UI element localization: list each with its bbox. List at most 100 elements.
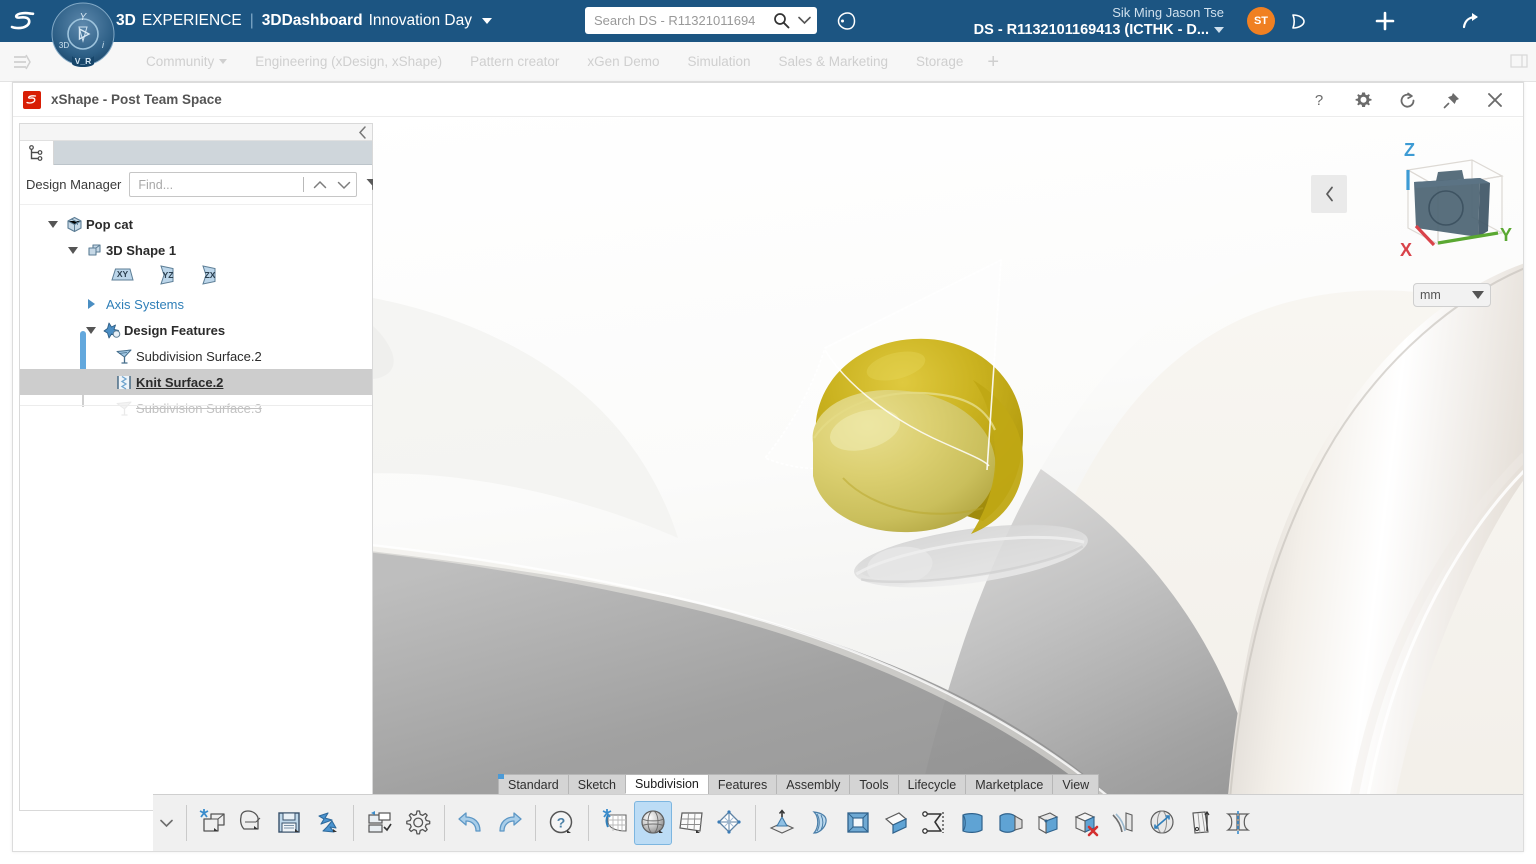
add-icon[interactable] [1370, 6, 1400, 36]
chevron-down-icon[interactable] [482, 18, 492, 24]
close-icon[interactable] [1473, 83, 1517, 117]
chevron-right-icon[interactable] [82, 299, 100, 309]
tab-tools[interactable]: Tools [849, 774, 898, 794]
search-icon[interactable] [773, 12, 790, 29]
sphere-map-icon[interactable] [1143, 801, 1181, 845]
refresh-icon[interactable] [1385, 83, 1429, 117]
brand-page-name[interactable]: Innovation Day [369, 12, 472, 30]
find-input[interactable] [138, 178, 299, 192]
nav-tab-simulation[interactable]: Simulation [673, 54, 764, 69]
sphere-icon[interactable] [634, 801, 672, 845]
nav-tab-label: Simulation [687, 54, 750, 69]
avatar[interactable]: ST [1247, 7, 1275, 35]
tree-node-knit-surface-2[interactable]: Knit Surface.2 [20, 369, 372, 395]
chevron-down-icon[interactable] [1472, 291, 1484, 299]
tree-node-subdivision-surface-2[interactable]: Subdivision Surface.2 [20, 343, 372, 369]
open-shape-icon[interactable] [232, 801, 270, 845]
3d-model-scene[interactable] [373, 118, 1523, 851]
menu-icon[interactable] [0, 54, 44, 70]
tree-node-pop-cat[interactable]: Pop cat [20, 211, 372, 237]
new-shape-icon[interactable] [194, 801, 232, 845]
plane-zx-icon[interactable]: ZX [199, 264, 219, 291]
nav-tab-engineering[interactable]: Engineering (xDesign, xShape) [241, 54, 456, 69]
ds-logo-icon[interactable] [0, 0, 46, 42]
tenant-name: DS - R1132101169413 (ICTHK - D... [974, 21, 1209, 39]
nav-tab-storage[interactable]: Storage [902, 54, 977, 69]
nav-tab-community[interactable]: Community [132, 54, 241, 69]
extrude-up-icon[interactable] [763, 801, 801, 845]
tag-icon[interactable] [833, 8, 859, 34]
find-previous-button[interactable] [308, 180, 332, 190]
fold-surface-icon[interactable] [877, 801, 915, 845]
tree-node-axis-systems[interactable]: Axis Systems [20, 291, 372, 317]
plane-yz-icon[interactable]: YZ [157, 264, 177, 291]
split-face-icon[interactable] [1029, 801, 1067, 845]
help-button[interactable]: ? [1297, 83, 1341, 117]
plane-xy-icon[interactable]: XY [110, 265, 135, 289]
tube-surface-icon[interactable] [953, 801, 991, 845]
3d-viewport[interactable]: Z Y X mm [373, 118, 1523, 851]
search-dropdown-icon[interactable] [798, 16, 811, 25]
tree-node-design-features[interactable]: Design Features [20, 317, 372, 343]
search-box[interactable] [585, 7, 817, 34]
tenant-row[interactable]: DS - R1132101169413 (ICTHK - D... [974, 21, 1224, 39]
save-icon[interactable] [270, 801, 308, 845]
pin-icon[interactable] [1429, 83, 1473, 117]
toolbar-collapse-button[interactable] [153, 819, 179, 828]
gear-icon[interactable] [399, 801, 437, 845]
help-circle-icon[interactable]: ? [543, 801, 581, 845]
nav-tab-xgen-demo[interactable]: xGen Demo [573, 54, 673, 69]
diamond-mesh-icon[interactable] [710, 801, 748, 845]
nav-tab-sales-marketing[interactable]: Sales & Marketing [764, 54, 902, 69]
symmetry-icon[interactable] [1219, 801, 1257, 845]
tab-features[interactable]: Features [708, 774, 777, 794]
status-bar [0, 852, 1536, 864]
viewport-panel-collapse-button[interactable] [1311, 175, 1347, 213]
grid-plane-icon[interactable] [672, 801, 710, 845]
tree-structure-icon[interactable] [20, 141, 54, 165]
notifications-icon[interactable] [1283, 6, 1313, 36]
tab-standard[interactable]: Standard [498, 774, 569, 794]
find-next-button[interactable] [332, 180, 356, 190]
tree-node-3d-shape-1[interactable]: 3D Shape 1 [20, 237, 372, 263]
delete-face-icon[interactable] [1067, 801, 1105, 845]
chevron-down-icon[interactable] [1214, 27, 1224, 33]
nav-tab-pattern-creator[interactable]: Pattern creator [456, 54, 573, 69]
3dexperience-compass-icon[interactable]: Y 3D i V_R [50, 0, 116, 72]
tab-sketch[interactable]: Sketch [568, 774, 626, 794]
chevron-down-icon[interactable] [44, 221, 62, 228]
new-subdivision-icon[interactable] [596, 801, 634, 845]
tab-view[interactable]: View [1052, 774, 1099, 794]
unit-selector[interactable]: mm [1413, 283, 1491, 307]
loft-path-icon[interactable] [915, 801, 953, 845]
align-surface-icon[interactable] [1181, 801, 1219, 845]
redo-icon[interactable] [490, 801, 528, 845]
tab-lifecycle[interactable]: Lifecycle [898, 774, 967, 794]
chevron-down-icon[interactable] [82, 327, 100, 334]
tree-node-subdivision-surface-3[interactable]: Subdivision Surface.3 [20, 395, 372, 421]
design-tree[interactable]: Pop cat 3D Shape 1 XY [20, 205, 372, 810]
gear-icon[interactable] [1341, 83, 1385, 117]
undo-icon[interactable] [452, 801, 490, 845]
layout-icon[interactable] [1510, 54, 1528, 73]
panel-collapse-button[interactable] [20, 124, 372, 141]
find-field-wrap[interactable] [129, 172, 357, 197]
bridge-surface-icon[interactable] [991, 801, 1029, 845]
view-orientation-cube[interactable]: Z Y X [1386, 138, 1516, 263]
search-input[interactable] [594, 13, 773, 28]
tab-assembly[interactable]: Assembly [776, 774, 850, 794]
sweep-surface-icon[interactable] [801, 801, 839, 845]
share-arrow-icon[interactable] [1457, 6, 1487, 36]
frame-surface-icon[interactable] [839, 801, 877, 845]
add-tab-button[interactable]: + [987, 52, 999, 72]
tab-marketplace[interactable]: Marketplace [965, 774, 1053, 794]
panel-tab-row [20, 141, 372, 165]
update-icon[interactable] [308, 801, 346, 845]
chevron-down-icon[interactable] [219, 59, 227, 64]
chevron-down-icon[interactable] [64, 247, 82, 254]
user-account-area[interactable]: Sik Ming Jason Tse DS - R1132101169413 (… [930, 0, 1230, 42]
crease-edge-icon[interactable] [1105, 801, 1143, 845]
bookmark-editor-icon[interactable] [361, 801, 399, 845]
tab-subdivision[interactable]: Subdivision [625, 774, 709, 794]
tab-label: View [1062, 778, 1089, 792]
